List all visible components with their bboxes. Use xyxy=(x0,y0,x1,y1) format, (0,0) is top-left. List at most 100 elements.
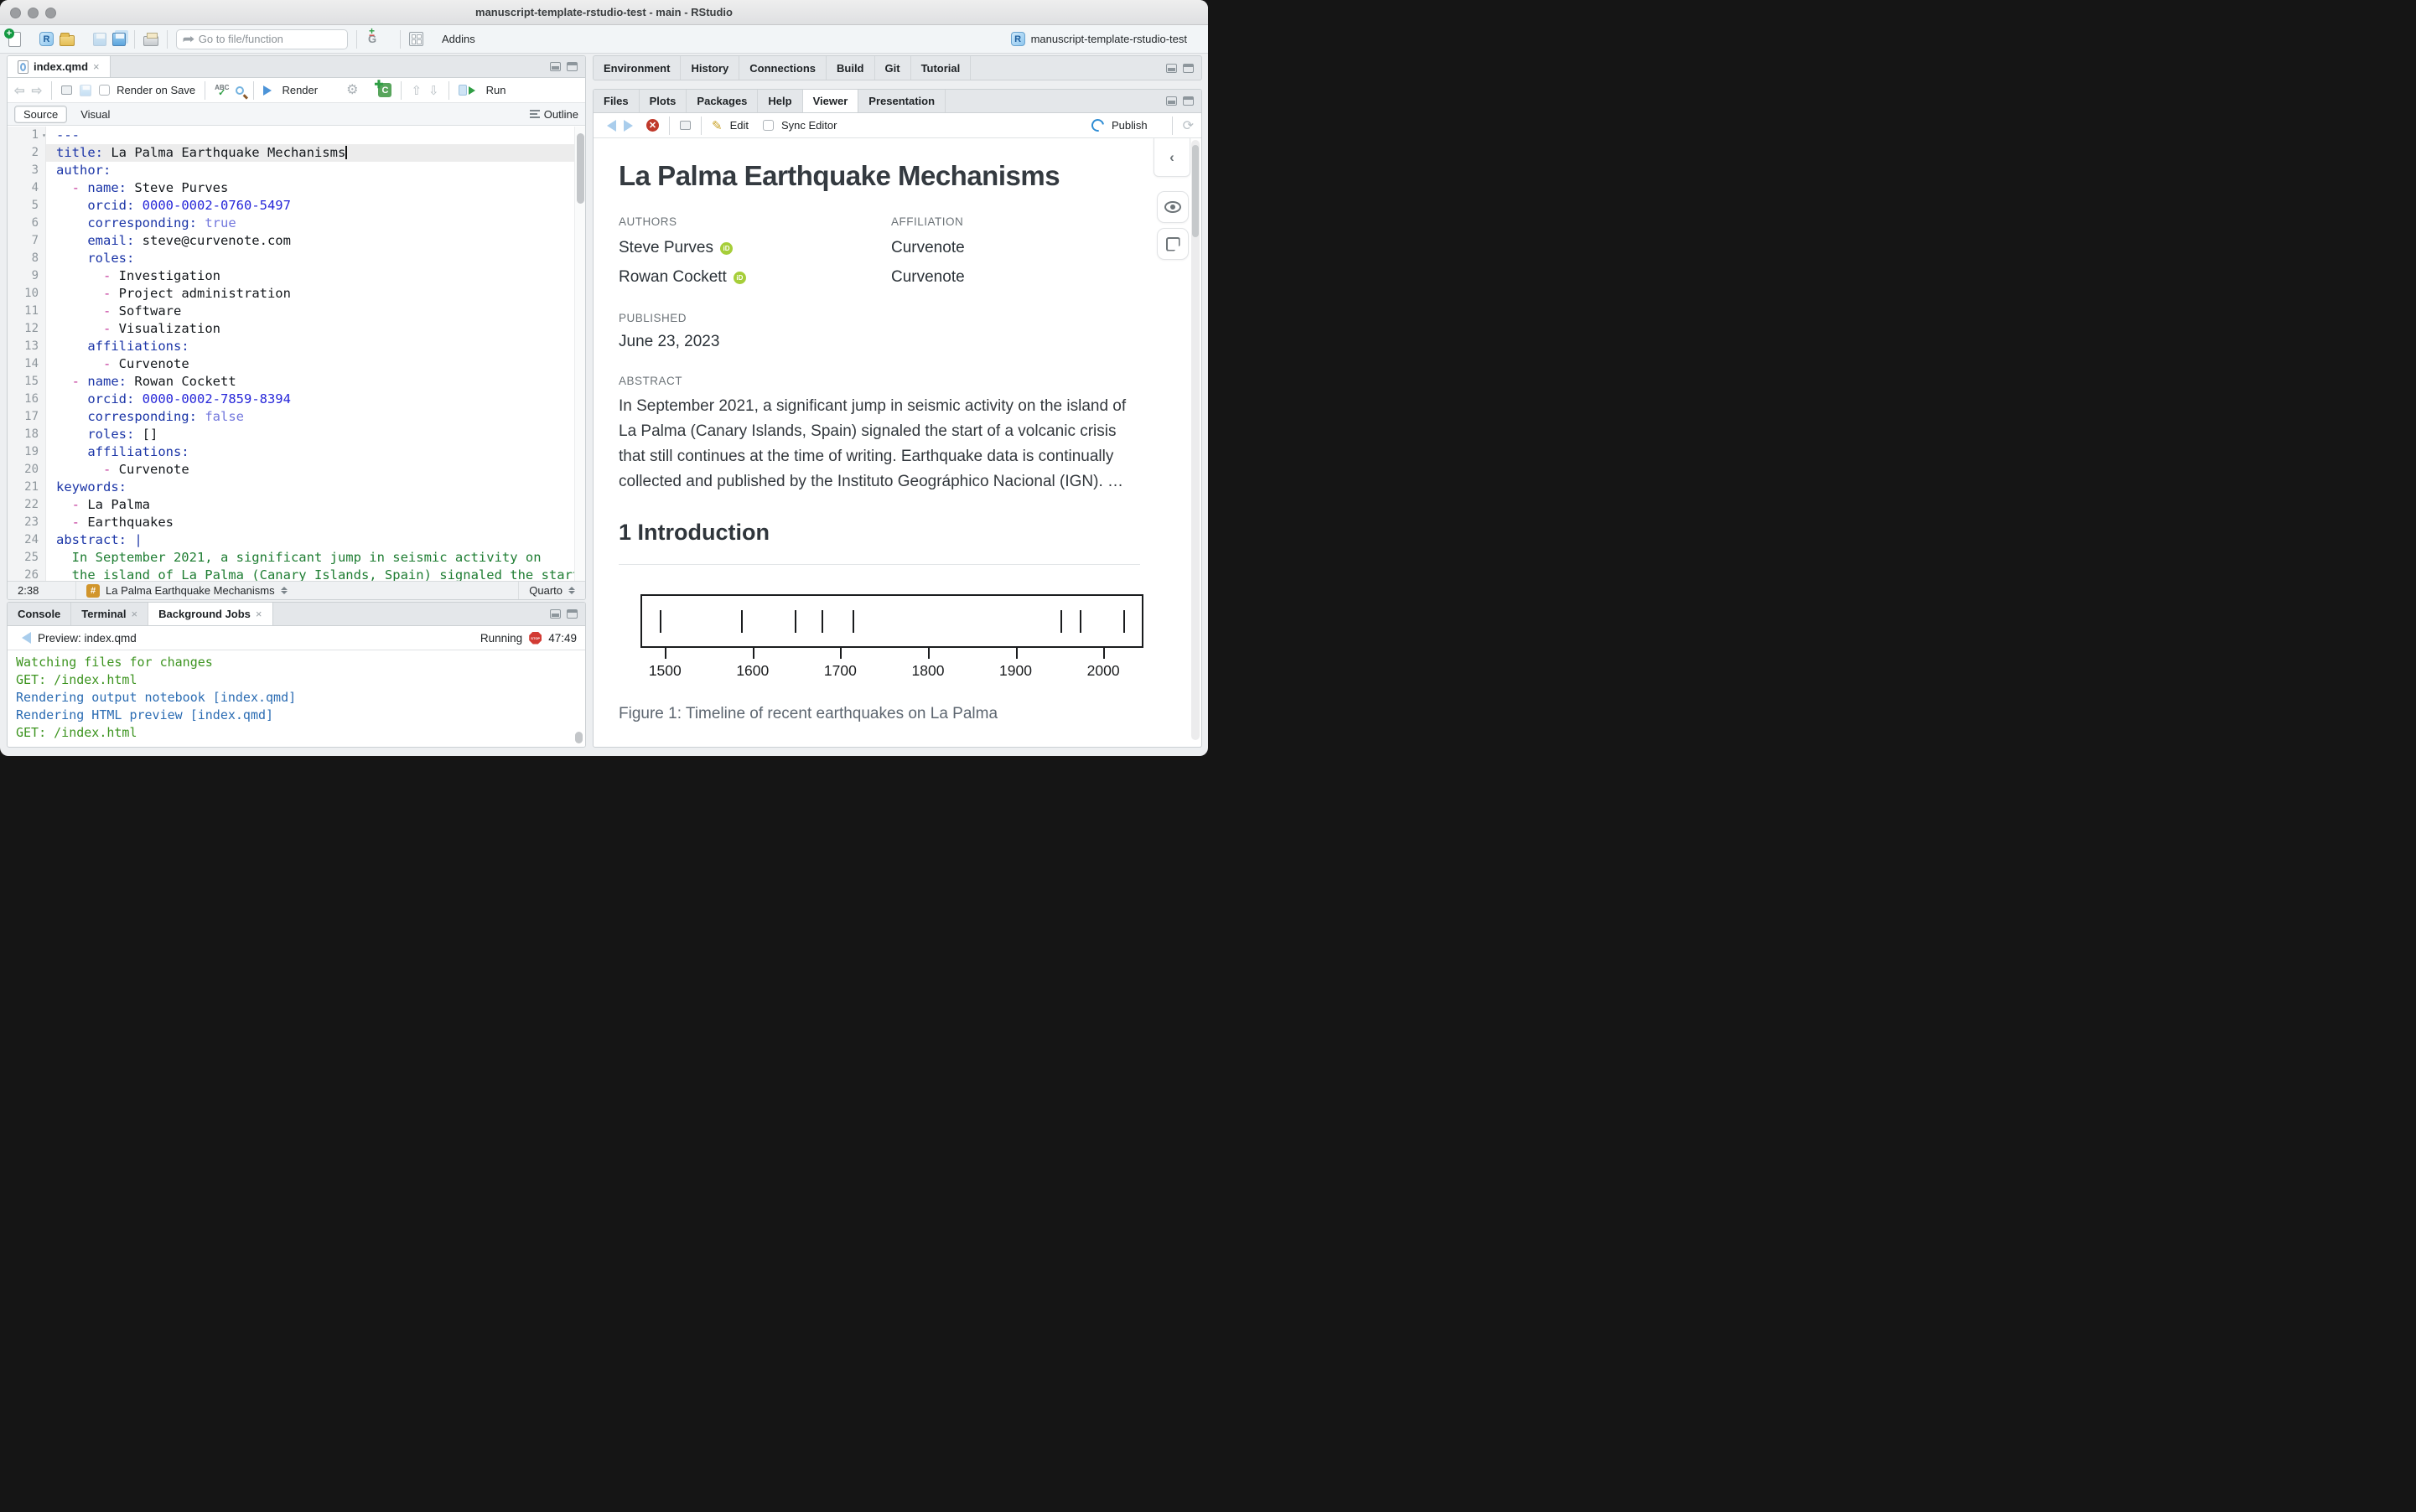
file-type-selector[interactable]: Quarto xyxy=(518,582,585,599)
forward-icon[interactable]: ⇨ xyxy=(32,83,43,98)
viewer-back-icon[interactable] xyxy=(601,120,616,132)
tab-help[interactable]: Help xyxy=(758,90,802,112)
code-token xyxy=(56,391,87,406)
stop-job-icon[interactable]: STOP xyxy=(529,632,542,645)
viewer-forward-icon[interactable] xyxy=(624,120,639,132)
code-token: name: xyxy=(87,180,127,195)
minimize-pane-icon[interactable] xyxy=(1166,64,1177,73)
code-editor[interactable]: 1▾---2title: La Palma Earthquake Mechani… xyxy=(8,127,585,581)
addins-button[interactable]: Addins xyxy=(442,33,475,45)
toolbar-divider xyxy=(167,30,168,49)
tab-presentation[interactable]: Presentation xyxy=(858,90,946,112)
code-token xyxy=(56,497,72,512)
new-project-icon[interactable]: R xyxy=(39,32,54,46)
code-text: roles: [] xyxy=(46,426,585,443)
insert-chunk-icon[interactable]: C✚ xyxy=(378,83,391,97)
close-tab-icon[interactable]: × xyxy=(93,60,100,73)
version-control-icon[interactable]: G+− xyxy=(366,33,379,45)
visibility-button[interactable] xyxy=(1157,191,1189,223)
maximize-pane-icon[interactable] xyxy=(567,609,578,619)
tab-environment[interactable]: Environment xyxy=(594,56,681,80)
maximize-pane-icon[interactable] xyxy=(1183,96,1194,106)
run-previous-icon[interactable]: ⇧ xyxy=(411,83,422,98)
jobs-back-icon[interactable] xyxy=(16,632,31,644)
clear-viewer-icon[interactable]: ✕ xyxy=(646,119,659,132)
tab-packages[interactable]: Packages xyxy=(687,90,758,112)
open-in-browser-icon[interactable] xyxy=(680,121,691,130)
render-on-save-checkbox[interactable] xyxy=(99,85,110,96)
project-menu-button[interactable]: R manuscript-template-rstudio-test xyxy=(1011,32,1200,46)
publish-button[interactable]: Publish xyxy=(1112,119,1148,132)
find-replace-icon[interactable] xyxy=(236,86,244,95)
code-token: 0000-0002-7859-8394 xyxy=(143,391,291,406)
run-next-icon[interactable]: ⇩ xyxy=(428,83,439,98)
orcid-icon[interactable]: iD xyxy=(734,272,746,284)
event-tick xyxy=(1123,610,1125,633)
editor-scrollbar-thumb[interactable] xyxy=(577,133,584,204)
tab-background-jobs[interactable]: Background Jobs× xyxy=(148,603,272,625)
open-file-icon[interactable] xyxy=(60,35,75,46)
code-text: - name: Rowan Cockett xyxy=(46,373,585,391)
spellcheck-icon[interactable]: ABC✓ xyxy=(215,85,229,96)
collapse-panel-button[interactable]: ‹ xyxy=(1154,138,1190,177)
minimize-pane-icon[interactable] xyxy=(550,62,561,71)
source-mode-button[interactable]: Source xyxy=(14,106,67,123)
visual-mode-button[interactable]: Visual xyxy=(72,106,118,122)
fold-arrow-icon[interactable]: ▾ xyxy=(42,127,46,144)
tab-viewer[interactable]: Viewer xyxy=(803,90,859,112)
tab-index-qmd[interactable]: index.qmd × xyxy=(8,56,111,77)
close-tab-icon[interactable]: × xyxy=(256,608,262,620)
editor-scrollbar[interactable] xyxy=(574,127,585,581)
popout-editor-icon[interactable] xyxy=(61,85,72,95)
tab-git[interactable]: Git xyxy=(875,56,911,80)
goto-file-function-box[interactable]: ➦ Go to file/function xyxy=(176,29,348,49)
tab-terminal[interactable]: Terminal× xyxy=(71,603,148,625)
console-tabstrip: Console Terminal×Background Jobs× xyxy=(8,603,585,626)
minimize-pane-icon[interactable] xyxy=(550,609,561,619)
tab-label: index.qmd xyxy=(34,60,88,73)
refresh-viewer-icon[interactable]: ⟳ xyxy=(1183,117,1194,134)
edit-button[interactable]: Edit xyxy=(730,119,749,132)
tab-files[interactable]: Files xyxy=(594,90,640,112)
sync-editor-checkbox[interactable] xyxy=(763,120,774,131)
tab-connections[interactable]: Connections xyxy=(739,56,827,80)
code-token: | xyxy=(134,532,142,547)
code-token: Curvenote xyxy=(111,462,189,477)
annotation-button[interactable] xyxy=(1157,228,1189,260)
viewer-scrollbar-thumb[interactable] xyxy=(1192,145,1199,237)
tab-label: Console xyxy=(18,608,60,620)
tab-console[interactable]: Console xyxy=(8,603,71,625)
save-icon[interactable] xyxy=(93,33,106,46)
log-line: Rendering output notebook [index.qmd] xyxy=(16,689,585,707)
orcid-icon[interactable]: iD xyxy=(720,242,733,255)
code-token: [] xyxy=(134,427,158,442)
note-icon xyxy=(1166,237,1180,251)
tab-plots[interactable]: Plots xyxy=(640,90,687,112)
tab-build[interactable]: Build xyxy=(827,56,875,80)
back-icon[interactable]: ⇦ xyxy=(14,83,25,98)
close-window-button[interactable] xyxy=(10,8,21,18)
toolbar-divider xyxy=(400,30,401,49)
save-file-icon[interactable] xyxy=(80,85,91,96)
viewer-scrollbar[interactable] xyxy=(1191,140,1200,740)
tab-tutorial[interactable]: Tutorial xyxy=(911,56,972,80)
section-navigator[interactable]: # La Palma Earthquake Mechanisms xyxy=(76,582,298,599)
new-file-icon[interactable]: + xyxy=(8,32,21,47)
save-all-icon[interactable] xyxy=(112,33,126,46)
maximize-pane-icon[interactable] xyxy=(567,62,578,71)
run-button[interactable]: Run xyxy=(486,84,506,96)
panes-layout-icon[interactable] xyxy=(409,32,423,46)
code-token: Earthquakes xyxy=(80,515,174,530)
close-tab-icon[interactable]: × xyxy=(132,608,138,620)
print-icon[interactable] xyxy=(143,36,158,46)
zoom-window-button[interactable] xyxy=(45,8,56,18)
maximize-pane-icon[interactable] xyxy=(1183,64,1194,73)
minimize-pane-icon[interactable] xyxy=(1166,96,1177,106)
render-button[interactable]: Render xyxy=(282,84,318,96)
minimize-window-button[interactable] xyxy=(28,8,39,18)
job-output[interactable]: Watching files for changesGET: /index.ht… xyxy=(8,650,585,748)
gear-icon[interactable]: ⚙ xyxy=(346,84,358,97)
outline-toggle[interactable]: Outline xyxy=(530,108,578,121)
console-scrollbar-thumb[interactable] xyxy=(575,732,583,743)
tab-history[interactable]: History xyxy=(681,56,739,80)
